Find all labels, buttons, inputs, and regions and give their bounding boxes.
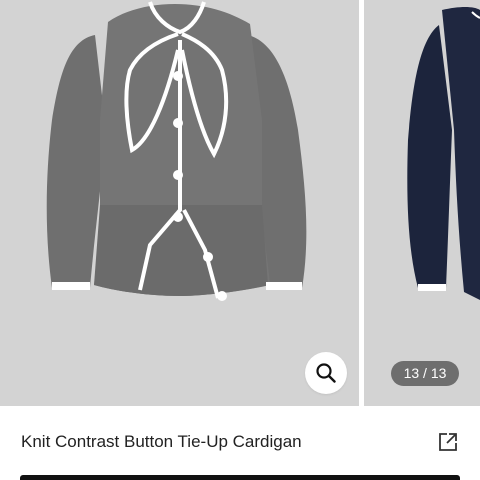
zoom-button[interactable] — [305, 352, 347, 394]
product-image-gallery[interactable]: 13 / 13 — [0, 0, 480, 406]
product-image-grey-cardigan[interactable] — [0, 0, 359, 406]
share-button[interactable] — [437, 431, 459, 453]
image-counter: 13 / 13 — [391, 361, 459, 386]
grey-cardigan-image — [46, 1, 307, 301]
share-external-icon — [439, 433, 457, 451]
add-to-bag-bar[interactable] — [20, 475, 460, 480]
search-icon — [316, 363, 336, 383]
product-image-navy-cardigan[interactable]: 13 / 13 — [364, 0, 480, 406]
navy-cardigan-image — [407, 7, 480, 300]
product-title: Knit Contrast Button Tie-Up Cardigan — [21, 432, 302, 451]
product-title-row: Knit Contrast Button Tie-Up Cardigan — [0, 406, 480, 480]
